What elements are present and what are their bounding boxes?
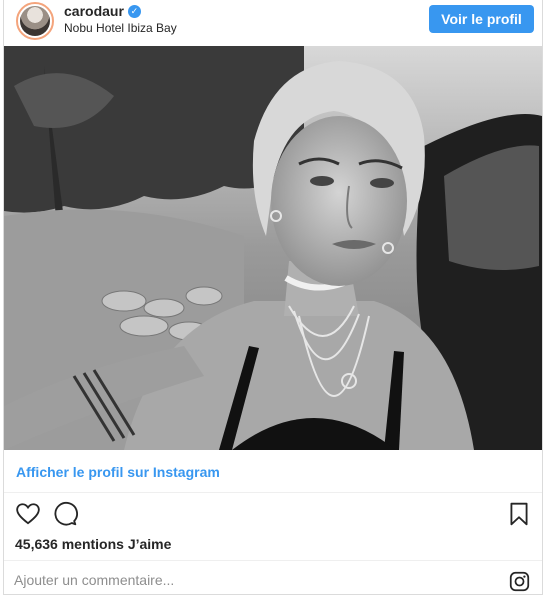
heart-icon bbox=[16, 503, 40, 525]
eye-left bbox=[310, 176, 334, 186]
face bbox=[271, 116, 407, 286]
likes-count[interactable]: 45,636 mentions J’aime bbox=[15, 536, 171, 552]
photo-illustration bbox=[4, 46, 542, 450]
instagram-logo-button[interactable] bbox=[509, 571, 530, 592]
post-header: carodaur ✓ Nobu Hotel Ibiza Bay Voir le … bbox=[4, 0, 542, 46]
save-button[interactable] bbox=[506, 501, 532, 527]
view-profile-button[interactable]: Voir le profil bbox=[429, 5, 534, 33]
comment-input[interactable] bbox=[14, 569, 484, 591]
action-bar bbox=[4, 497, 542, 533]
instagram-logo-icon bbox=[509, 571, 530, 592]
username[interactable]: carodaur bbox=[64, 3, 124, 19]
bookmark-icon bbox=[510, 502, 528, 526]
like-button[interactable] bbox=[15, 501, 41, 527]
comment-bubble-icon bbox=[54, 501, 78, 526]
location-label[interactable]: Nobu Hotel Ibiza Bay bbox=[64, 21, 177, 35]
eye-right bbox=[370, 178, 394, 188]
comment-row bbox=[4, 560, 542, 594]
verified-badge-icon: ✓ bbox=[127, 4, 141, 18]
avatar[interactable] bbox=[16, 2, 54, 40]
instagram-embed-card: carodaur ✓ Nobu Hotel Ibiza Bay Voir le … bbox=[3, 0, 543, 595]
username-row: carodaur ✓ bbox=[64, 3, 141, 19]
instagram-link-row: Afficher le profil sur Instagram bbox=[4, 450, 542, 493]
view-on-instagram-link[interactable]: Afficher le profil sur Instagram bbox=[16, 464, 220, 480]
post-photo[interactable] bbox=[4, 46, 542, 450]
avatar-image bbox=[20, 6, 50, 36]
comment-button[interactable] bbox=[52, 501, 78, 527]
